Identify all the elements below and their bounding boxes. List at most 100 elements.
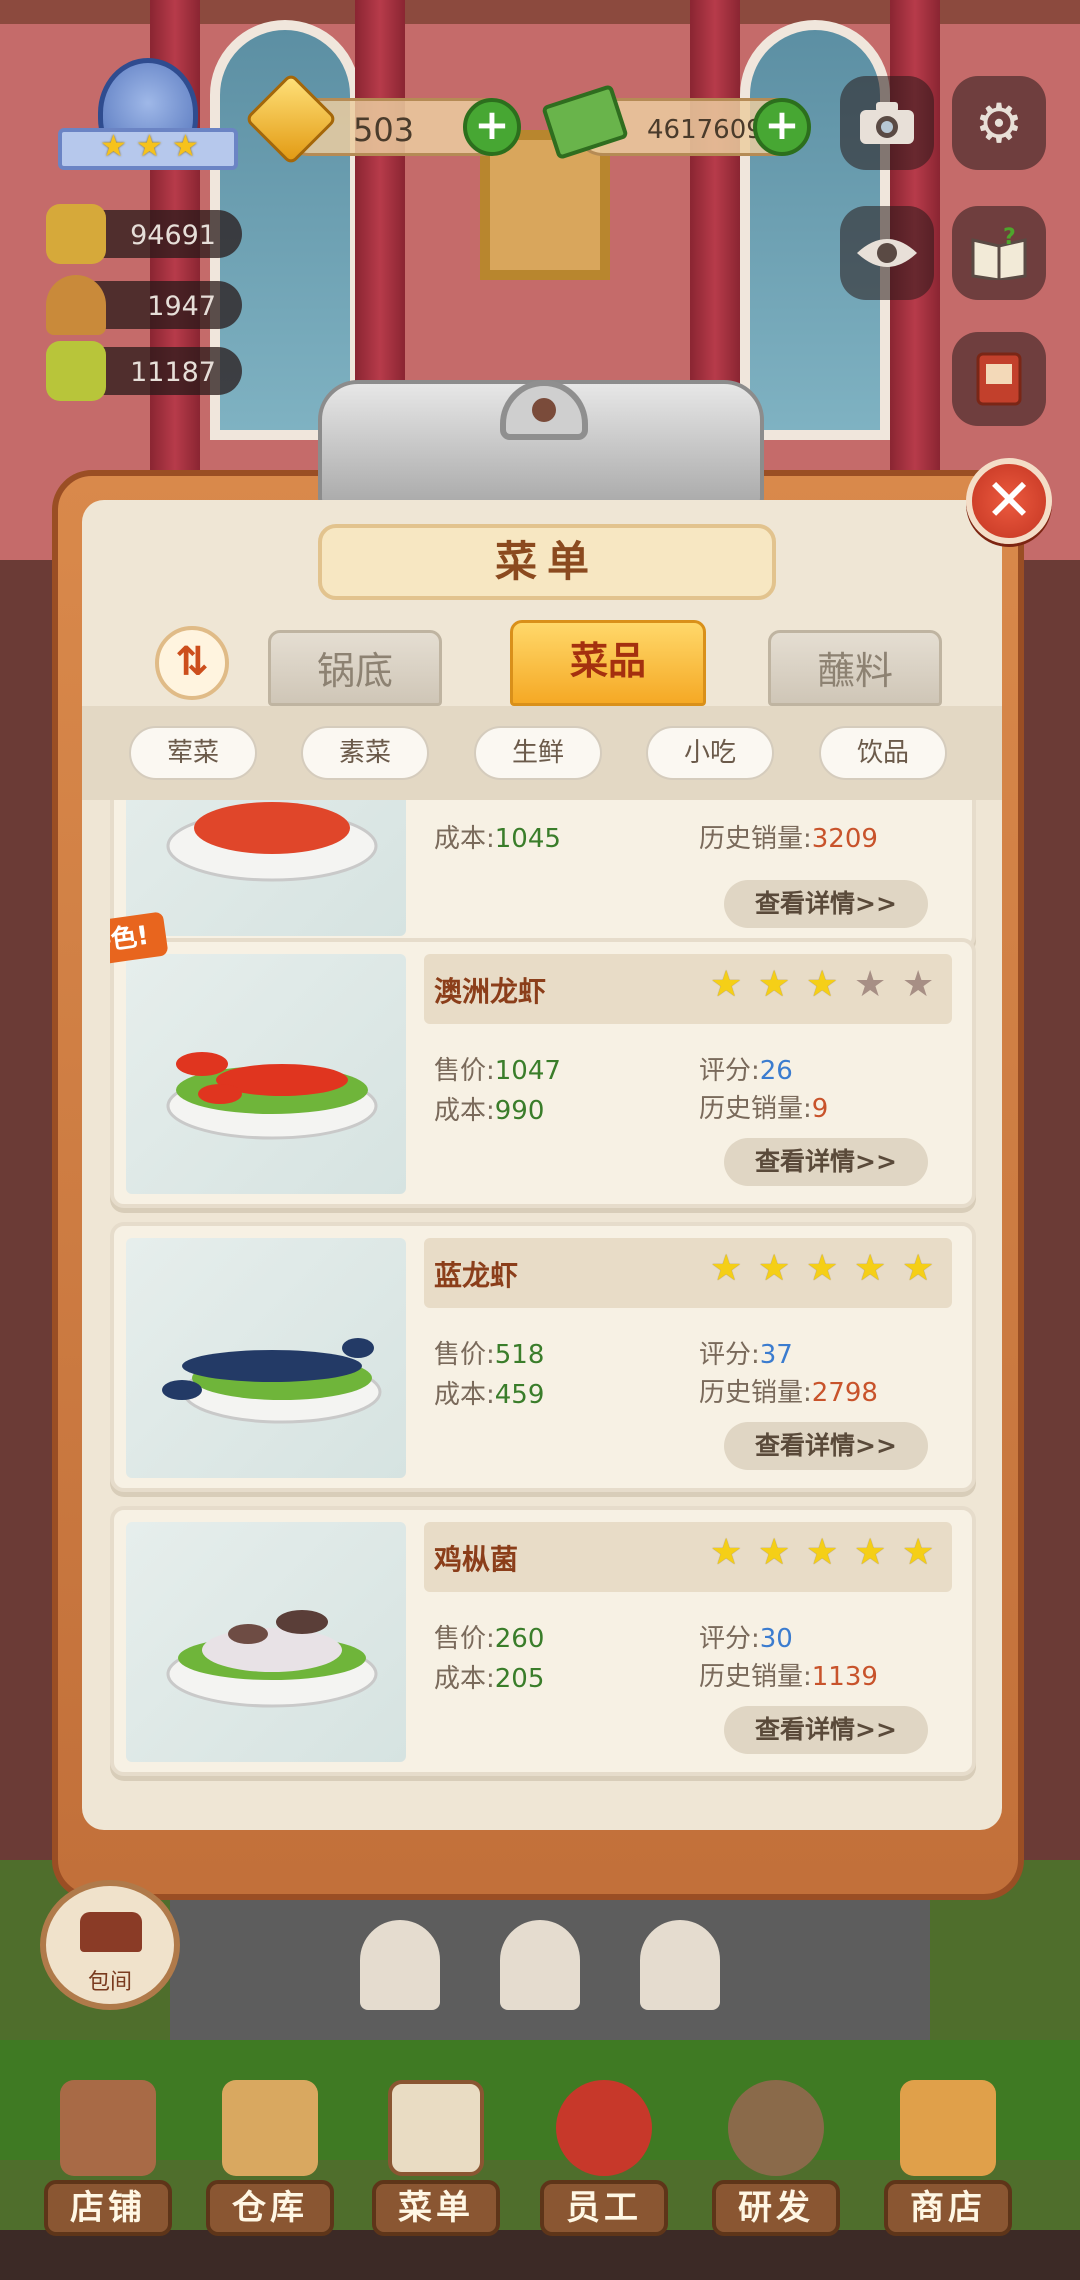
nav-label: 研发 xyxy=(712,2180,840,2236)
dish-rating: 评分:37 xyxy=(699,1340,793,1370)
dish-card[interactable]: 特色! 澳洲龙虾 ★ ★ ★ ★ ★ 售价:1047 成本:990 评分:26 … xyxy=(110,911,976,1208)
star-icon: ★ xyxy=(902,1532,935,1573)
dish-cost: 成本:990 xyxy=(434,1096,545,1126)
view-details-button[interactable]: 查看详情>> xyxy=(724,880,928,928)
menu-title-plaque: 菜单 xyxy=(318,524,776,600)
nav-shop-front[interactable]: 店铺 xyxy=(44,2070,172,2240)
filter-snack[interactable]: 小吃 xyxy=(646,726,774,780)
star-icon: ★ xyxy=(710,1248,743,1289)
nav-menu[interactable]: 菜单 xyxy=(372,2070,500,2240)
filter-seafood[interactable]: 生鲜 xyxy=(474,726,602,780)
restaurant-level-badge[interactable]: ★ ★ ★ xyxy=(58,58,238,188)
view-details-button[interactable]: 查看详情>> xyxy=(724,1422,928,1470)
stat-value: 94691 xyxy=(130,220,216,251)
add-gems-button[interactable]: + xyxy=(463,98,521,156)
storefront-icon xyxy=(60,2080,156,2176)
chef-icon xyxy=(556,2080,652,2176)
dish-image xyxy=(126,1238,406,1478)
stat-recipes: 11187 xyxy=(46,341,242,401)
dish-price: 售价:1047 xyxy=(434,1056,561,1086)
star-empty-icon: ★ xyxy=(902,964,935,1005)
dish-cost: 成本:459 xyxy=(434,1380,545,1410)
add-cash-button[interactable]: + xyxy=(753,98,811,156)
sort-button[interactable]: ⇅ xyxy=(155,626,229,700)
shop-icon xyxy=(900,2080,996,2176)
close-icon: ✕ xyxy=(984,466,1034,534)
blue-lobster-dish-icon xyxy=(162,1338,382,1424)
filter-drink[interactable]: 饮品 xyxy=(819,726,947,780)
dish-cost: 成本:1045 xyxy=(434,824,561,854)
camera-button[interactable] xyxy=(840,76,934,170)
dish-sales: 历史销量:9 xyxy=(699,1094,829,1124)
nav-research[interactable]: 研发 xyxy=(712,2070,840,2240)
pot-icon xyxy=(728,2080,824,2176)
nav-label: 仓库 xyxy=(206,2180,334,2236)
help-book-button[interactable]: ? xyxy=(952,206,1046,300)
tab-label: 蘸料 xyxy=(816,649,893,693)
dish-rating: 评分:26 xyxy=(699,1056,793,1086)
sofa-icon xyxy=(80,1912,142,1952)
gem-value: 503 xyxy=(353,111,415,149)
mushroom-dish-icon xyxy=(166,1610,378,1708)
filter-label: 素菜 xyxy=(338,738,391,768)
dish-image xyxy=(126,800,406,936)
nav-store[interactable]: 商店 xyxy=(884,2070,1012,2240)
dish-image xyxy=(126,1522,406,1762)
view-details-button[interactable]: 查看详情>> xyxy=(724,1138,928,1186)
dish-plate-icon xyxy=(166,802,378,882)
star-icon: ★ xyxy=(136,129,163,164)
star-icon: ★ xyxy=(758,964,791,1005)
close-button[interactable]: ✕ xyxy=(966,458,1052,544)
dish-name: 澳洲龙虾 xyxy=(434,975,547,1008)
filter-label: 荤菜 xyxy=(166,738,219,768)
star-icon: ★ xyxy=(806,1532,839,1573)
clipboard-icon xyxy=(388,2080,484,2176)
svg-text:?: ? xyxy=(1003,226,1016,250)
dish-sales: 历史销量:3209 xyxy=(699,824,878,854)
dish-rating-stars: ★ ★ ★ ★ ★ xyxy=(710,964,936,1005)
tab-soup-base[interactable]: 锅底 xyxy=(268,630,442,706)
dish-image xyxy=(126,954,406,1194)
recipe-book-icon xyxy=(952,332,1046,426)
dish-name: 鸡枞菌 xyxy=(434,1543,519,1576)
star-icon: ★ xyxy=(806,964,839,1005)
settings-button[interactable]: ⚙ xyxy=(952,76,1046,170)
star-icon: ★ xyxy=(100,129,127,164)
dish-card[interactable]: 成本:1045 历史销量:3209 查看详情>> xyxy=(110,800,976,950)
help-book-icon: ? xyxy=(952,206,1046,300)
lobster-dish-icon xyxy=(166,1052,378,1140)
star-icon: ★ xyxy=(854,1532,887,1573)
star-icon: ★ xyxy=(758,1248,791,1289)
filter-label: 小吃 xyxy=(683,738,736,768)
filter-label: 饮品 xyxy=(856,738,909,768)
stool xyxy=(500,1920,580,2010)
cash-value: 4617609 xyxy=(647,115,763,145)
nav-staff[interactable]: 员工 xyxy=(540,2070,668,2240)
dish-list[interactable]: 成本:1045 历史销量:3209 查看详情>> 特色! 澳洲龙虾 ★ ★ ★ … xyxy=(110,800,976,1785)
tab-label: 锅底 xyxy=(316,649,393,693)
star-icon: ★ xyxy=(806,1248,839,1289)
dish-price: 售价:518 xyxy=(434,1340,545,1370)
tab-sauces[interactable]: 蘸料 xyxy=(768,630,942,706)
dish-price: 售价:260 xyxy=(434,1624,545,1654)
view-toggle-button[interactable] xyxy=(840,206,934,300)
dish-card[interactable]: 鸡枞菌 ★ ★ ★ ★ ★ 售价:260 成本:205 评分:30 历史销量:1… xyxy=(110,1506,976,1776)
book-icon xyxy=(46,341,106,401)
recipe-book-button[interactable] xyxy=(952,332,1046,426)
filter-meat[interactable]: 荤菜 xyxy=(129,726,257,780)
nav-label: 店铺 xyxy=(44,2180,172,2236)
dish-cost: 成本:205 xyxy=(434,1664,545,1694)
tab-dishes[interactable]: 菜品 xyxy=(510,620,706,706)
dish-card[interactable]: 蓝龙虾 ★ ★ ★ ★ ★ 售价:518 成本:459 评分:37 历史销量:2… xyxy=(110,1222,976,1492)
nav-label: 商店 xyxy=(884,2180,1012,2236)
dish-name-bar: 鸡枞菌 ★ ★ ★ ★ ★ xyxy=(424,1522,952,1592)
dish-name: 蓝龙虾 xyxy=(434,1259,519,1292)
private-room-button[interactable]: 包间 xyxy=(40,1880,180,2010)
dish-name-bar: 澳洲龙虾 ★ ★ ★ ★ ★ xyxy=(424,954,952,1024)
gear-icon: ⚙ xyxy=(974,91,1024,155)
filter-vegetable[interactable]: 素菜 xyxy=(301,726,429,780)
view-details-button[interactable]: 查看详情>> xyxy=(724,1706,928,1754)
star-icon: ★ xyxy=(758,1532,791,1573)
star-icon: ★ xyxy=(902,1248,935,1289)
nav-warehouse[interactable]: 仓库 xyxy=(206,2070,334,2240)
